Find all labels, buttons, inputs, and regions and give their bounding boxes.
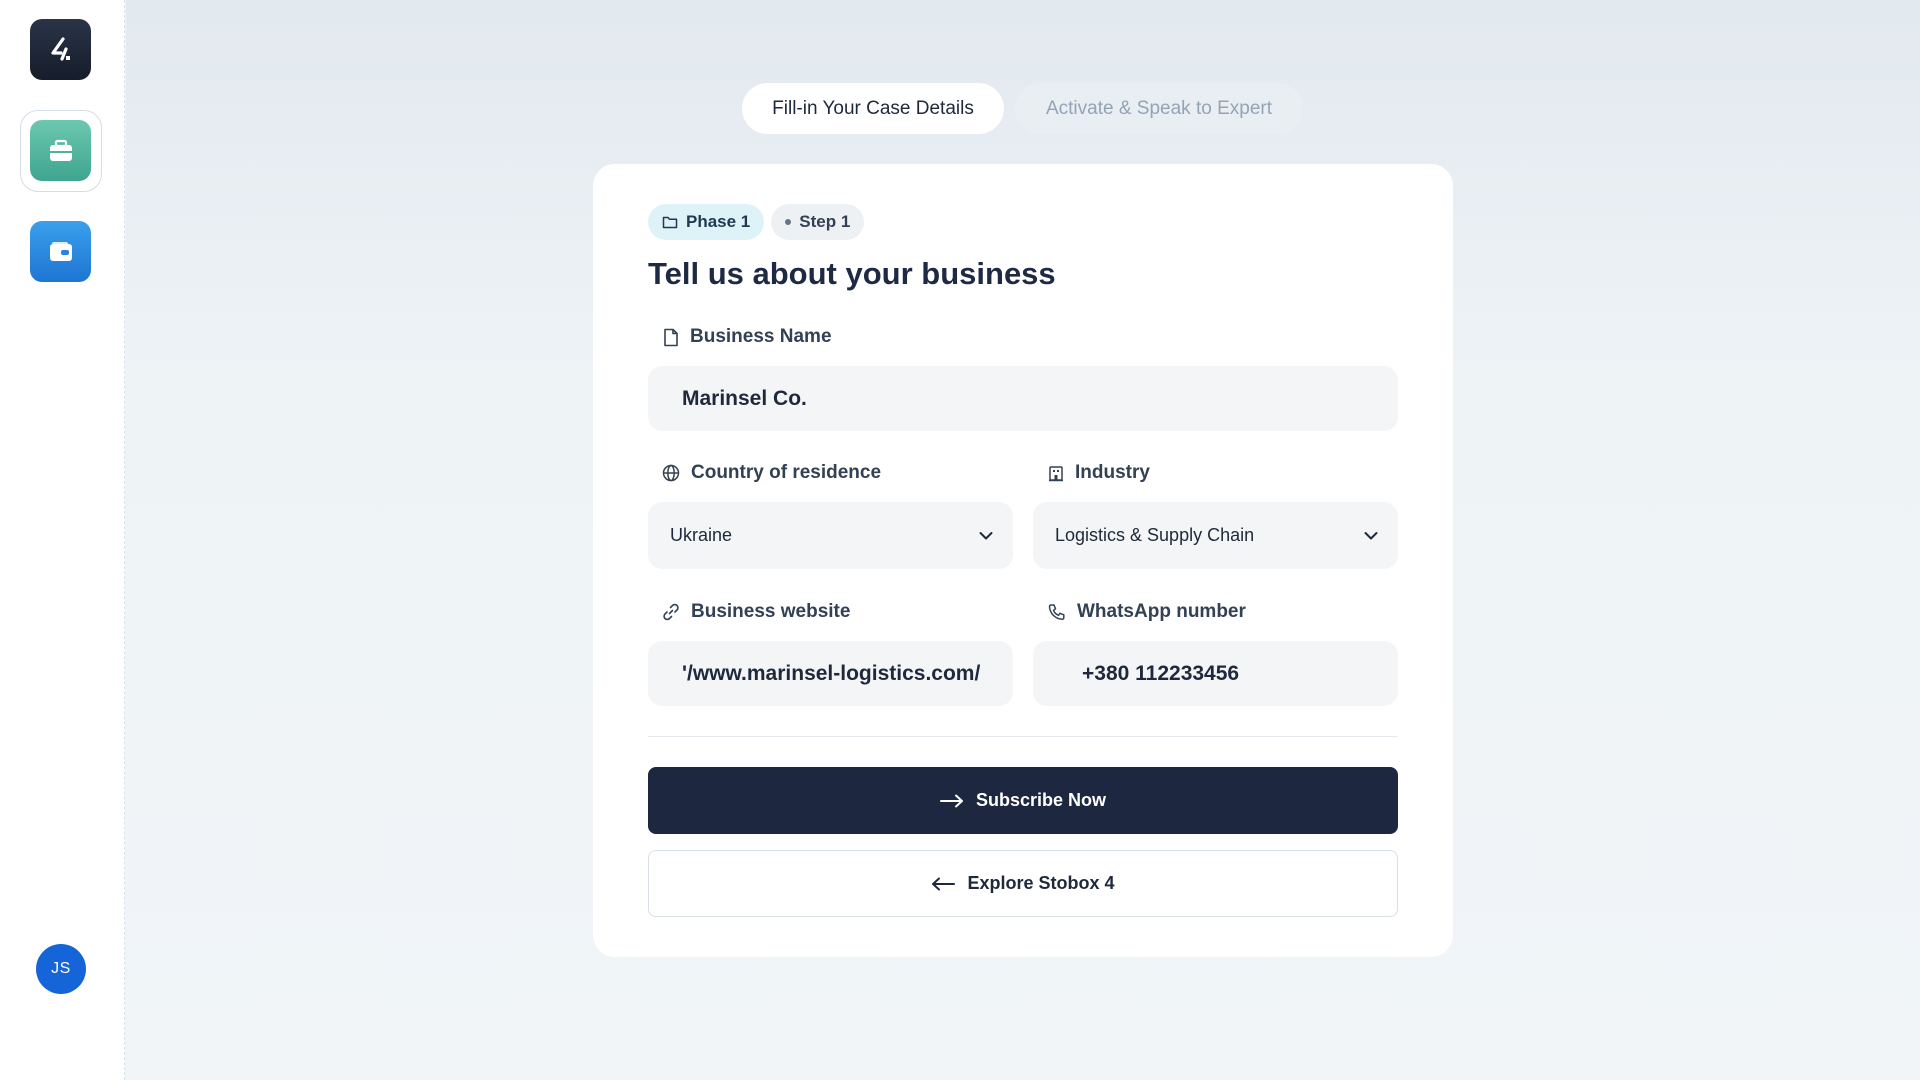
industry-value: Logistics & Supply Chain [1055,525,1255,545]
business-name-field[interactable]: Marinsel Co. [648,366,1398,431]
arrow-left-icon [932,877,956,890]
country-label-text: Country of residence [691,462,882,483]
whatsapp-value: +380 112233456 [1082,661,1240,685]
explore-stobox-label: Explore Stobox 4 [967,873,1115,893]
website-label-text: Business website [691,601,851,622]
business-name-label-text: Business Name [690,326,832,347]
country-select[interactable]: Ukraine [648,502,1013,569]
whatsapp-field[interactable]: +380 112233456 [1033,641,1398,706]
business-name-value: Marinsel Co. [682,386,807,410]
explore-stobox-button[interactable]: Explore Stobox 4 [648,850,1398,917]
website-label: Business website [662,601,850,623]
chevron-down-icon [979,531,993,539]
divider [648,736,1398,737]
step-badge: Step 1 [771,204,865,240]
progress-badges: Phase 1 Step 1 [648,204,865,240]
step-tabs: Fill-in Your Case Details Activate & Spe… [742,83,1303,134]
briefcase-icon[interactable] [30,120,91,181]
industry-select[interactable]: Logistics & Supply Chain [1033,502,1398,569]
business-name-label: Business Name [663,326,832,348]
industry-label: Industry [1048,462,1150,484]
building-icon [1049,465,1063,481]
wallet-icon[interactable] [30,221,91,282]
form-title: Tell us about your business [648,256,1056,291]
industry-label-text: Industry [1075,462,1150,483]
country-label: Country of residence [662,462,881,484]
chevron-down-icon [1364,531,1378,539]
website-field[interactable]: '/www.marinsel-logistics.com/ [648,641,1013,706]
tab-activate-expert[interactable]: Activate & Speak to Expert [1015,83,1303,134]
country-value: Ukraine [670,525,733,545]
globe-icon [662,464,680,482]
phase-label: Phase 1 [686,212,751,231]
form-card: Phase 1 Step 1 Tell us about your busine… [593,164,1453,957]
folder-icon [662,216,678,229]
phase-badge: Phase 1 [648,204,765,240]
phone-icon [1048,604,1065,621]
document-icon [664,328,678,346]
subscribe-now-label: Subscribe Now [975,790,1107,810]
dot-icon [785,219,792,225]
tab-case-details[interactable]: Fill-in Your Case Details [742,83,1004,134]
sidebar: JS [0,0,125,1080]
subscribe-now-button[interactable]: Subscribe Now [648,767,1398,834]
step-label: Step 1 [799,212,851,231]
website-value: '/www.marinsel-logistics.com/ [682,661,981,685]
whatsapp-label-text: WhatsApp number [1077,601,1246,622]
app-logo-icon[interactable] [30,19,91,80]
whatsapp-label: WhatsApp number [1048,601,1246,623]
arrow-right-icon [939,794,963,807]
link-icon [663,603,679,621]
avatar[interactable]: JS [36,944,86,994]
